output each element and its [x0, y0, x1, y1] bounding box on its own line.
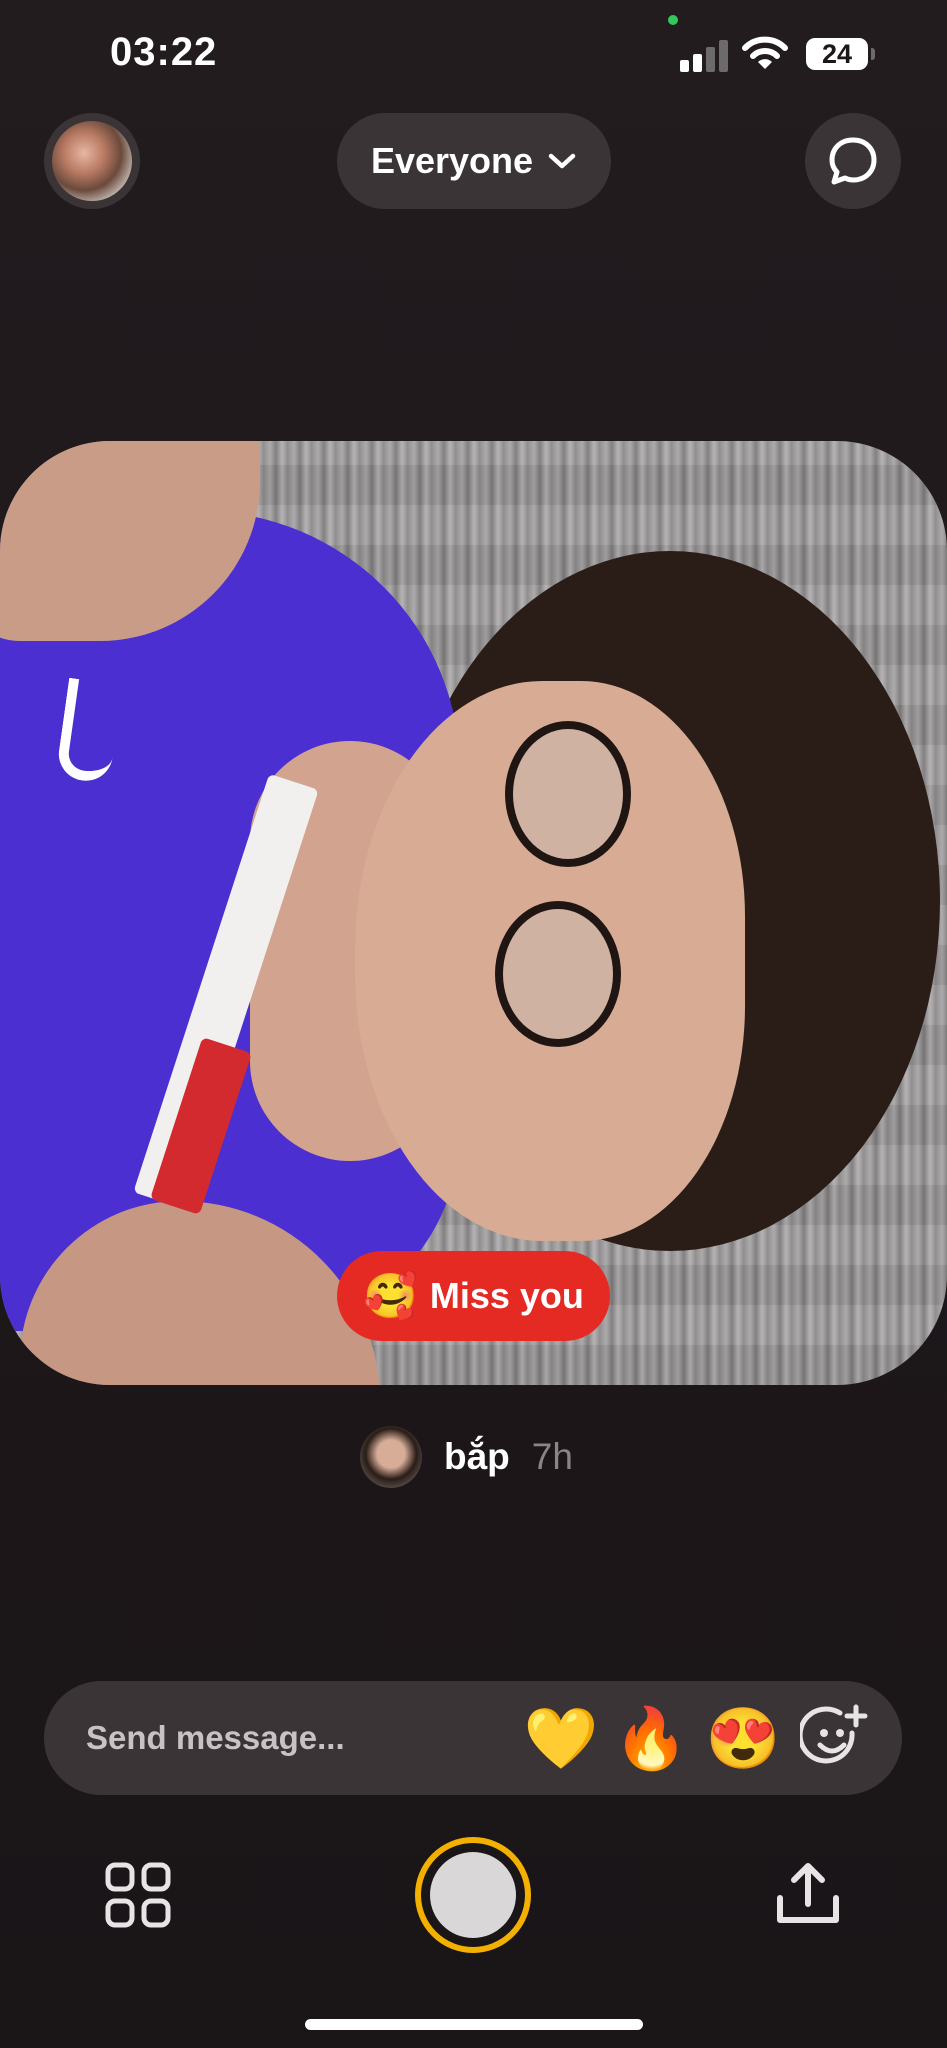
chevron-down-icon — [548, 153, 576, 169]
grid-icon[interactable] — [105, 1862, 171, 1928]
shutter-inner — [430, 1852, 516, 1938]
caption-text: Miss you — [429, 1275, 584, 1316]
reaction-heart[interactable]: 💛 — [518, 1695, 604, 1781]
message-bar: 💛 🔥 😍 — [44, 1681, 902, 1795]
author-avatar — [360, 1426, 422, 1488]
reaction-heart-eyes[interactable]: 😍 — [700, 1695, 786, 1781]
wifi-icon — [742, 36, 788, 69]
caption-pill: 🥰 Miss you — [337, 1251, 610, 1341]
reaction-fire[interactable]: 🔥 — [608, 1695, 694, 1781]
post-photo[interactable] — [0, 441, 947, 1385]
author-name: bắp — [444, 1436, 510, 1477]
chat-bubble-icon — [829, 137, 877, 185]
add-emoji-icon[interactable] — [800, 1703, 870, 1773]
avatar — [52, 121, 132, 201]
photo-glasses-lens — [495, 901, 621, 1047]
messages-button[interactable] — [805, 113, 901, 209]
caption-emoji: 🥰 — [363, 1272, 418, 1321]
audience-label: Everyone — [370, 140, 534, 181]
home-indicator[interactable] — [305, 2019, 643, 2030]
photo-glasses-lens — [505, 721, 631, 867]
screen: 03:22 24 Everyone 🥰 Miss you bắp 7h Send… — [0, 0, 947, 2048]
cellular-signal-icon — [680, 40, 732, 72]
share-icon[interactable] — [772, 1858, 844, 1930]
post-author[interactable]: bắp 7h — [360, 1426, 573, 1488]
post-time: 7h — [531, 1436, 573, 1477]
audience-selector[interactable]: Everyone — [337, 113, 611, 209]
battery-indicator: 24 — [806, 38, 868, 70]
battery-tip — [871, 48, 875, 60]
message-input[interactable] — [86, 1681, 486, 1795]
shutter-button[interactable] — [415, 1837, 531, 1953]
camera-indicator-dot — [668, 15, 678, 25]
status-time: 03:22 — [110, 30, 218, 74]
profile-avatar-button[interactable] — [44, 113, 140, 209]
